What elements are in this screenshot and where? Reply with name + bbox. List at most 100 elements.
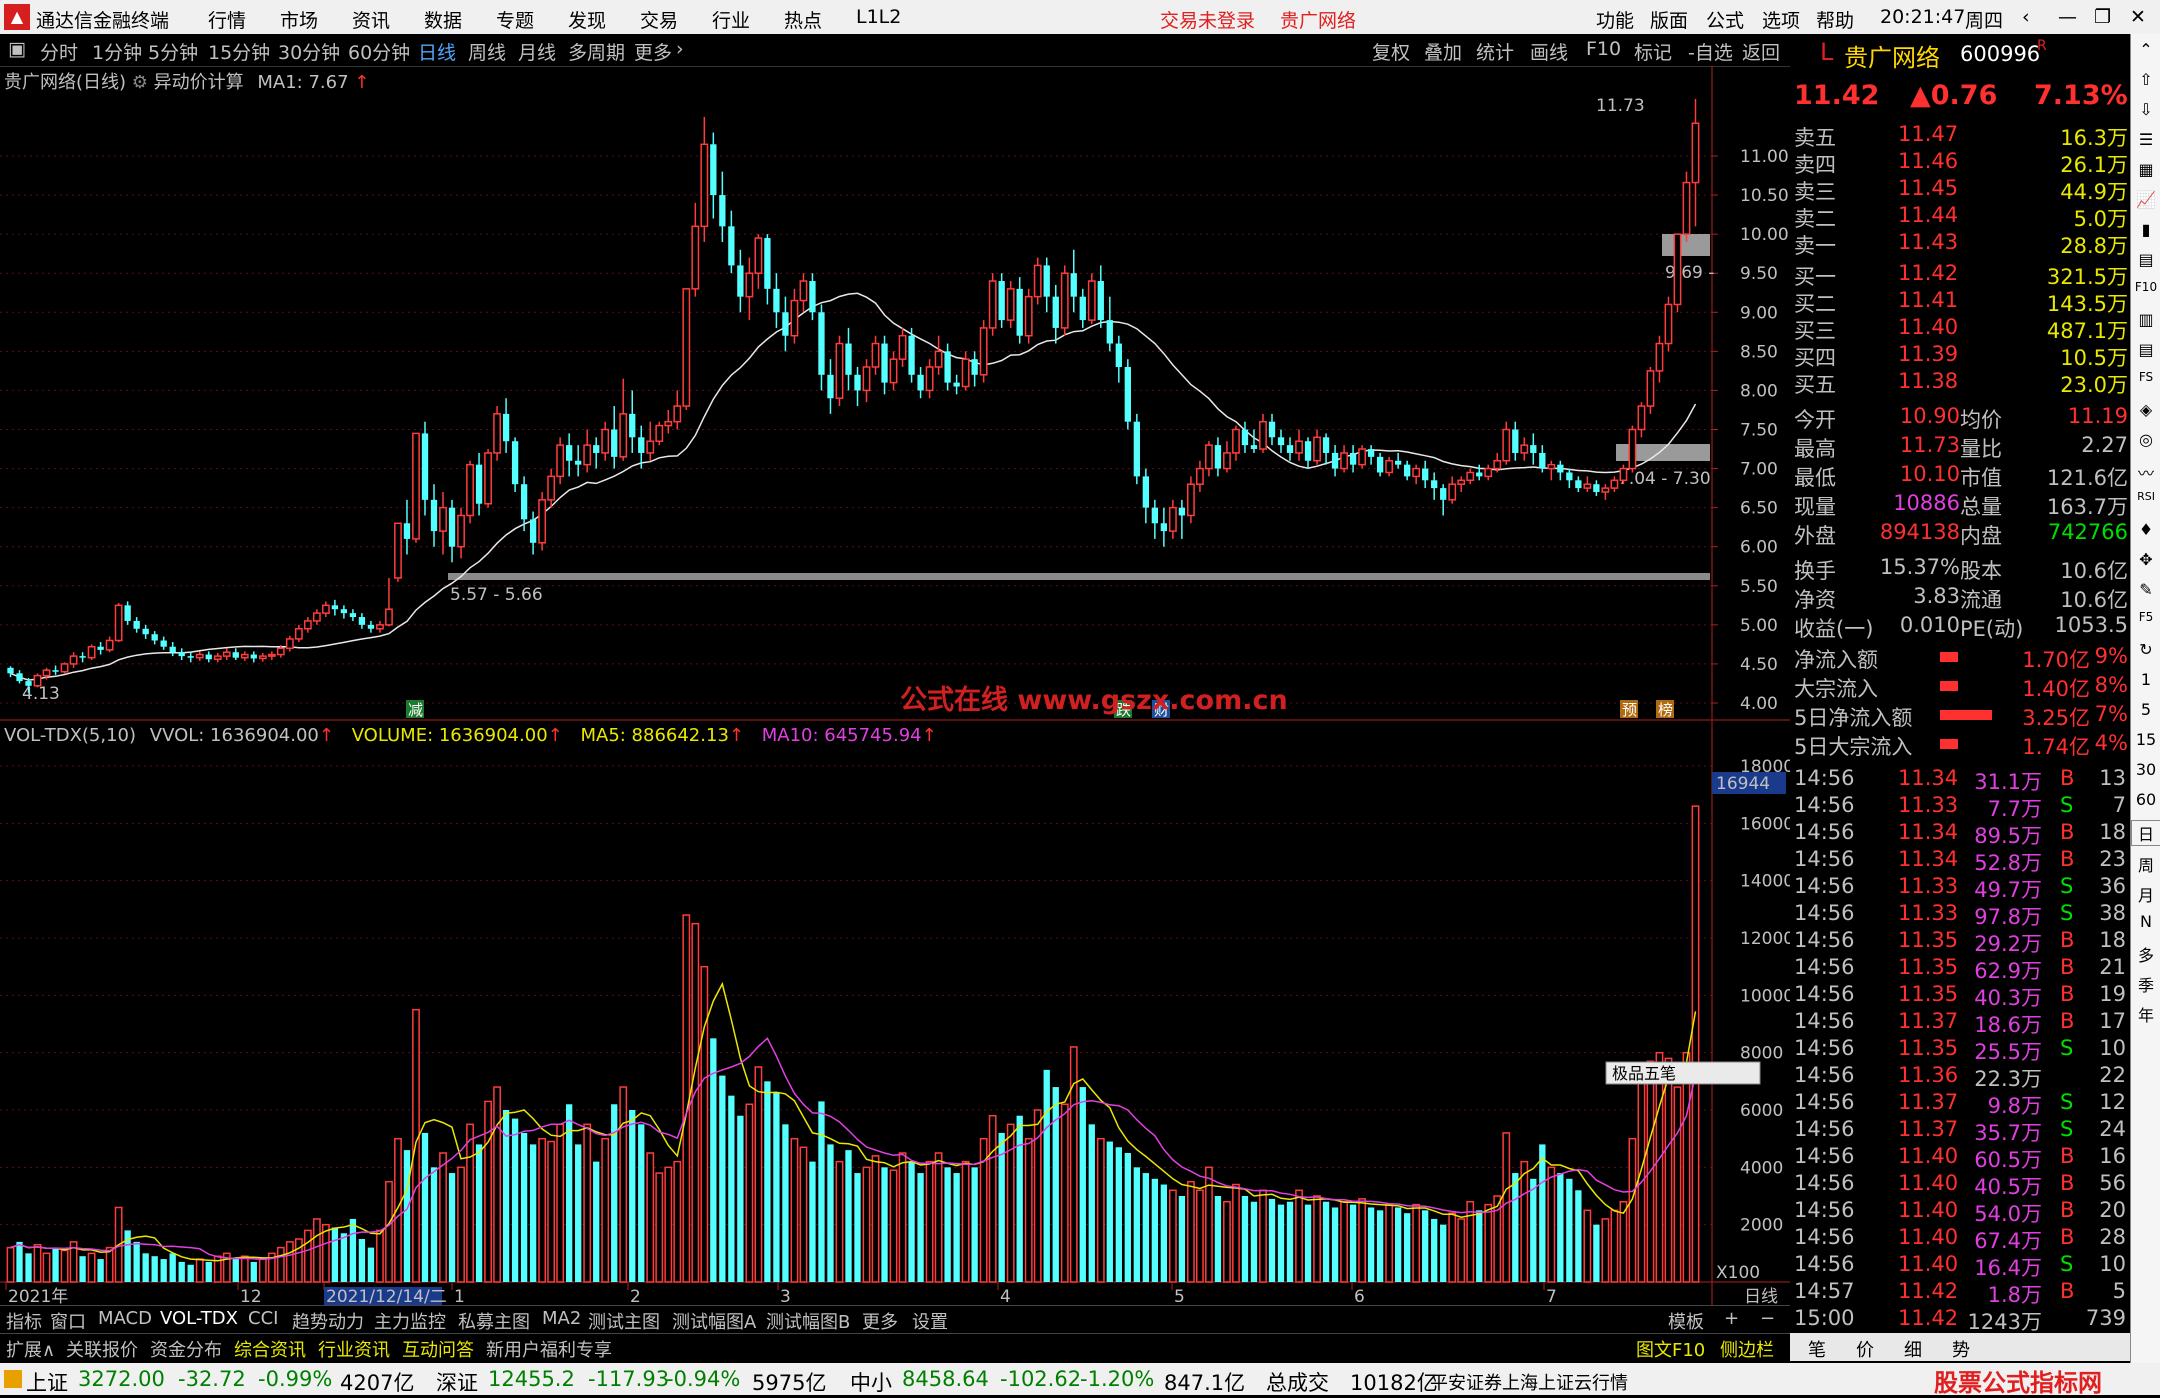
chart-icon[interactable]: ▦ <box>2131 160 2160 184</box>
menu-shichang[interactable]: 市场 <box>280 6 318 33</box>
tab-xi[interactable]: 细 <box>1904 1336 1922 1362</box>
minimize-icon[interactable]: — <box>2058 6 2077 28</box>
drop-icon[interactable]: ♦ <box>2131 520 2160 544</box>
cube-icon[interactable]: ◈ <box>2131 400 2160 424</box>
period-monthly[interactable]: 月线 <box>518 38 556 65</box>
period-fenshi[interactable]: 分时 <box>40 38 78 65</box>
menu-zixun[interactable]: 资讯 <box>352 6 390 33</box>
menu-hangye[interactable]: 行业 <box>712 6 750 33</box>
menu-banmian[interactable]: 版面 <box>1650 6 1688 33</box>
wave-icon[interactable]: 〰 <box>2131 460 2160 484</box>
tab-gengduo[interactable]: 更多 <box>862 1308 898 1334</box>
tab-zijin[interactable]: 资金分布 <box>150 1336 222 1362</box>
zx-label[interactable]: 中小 <box>850 1367 892 1397</box>
tool-f10[interactable]: F10 <box>1586 38 1621 60</box>
more-chevron-icon[interactable]: › <box>676 38 684 60</box>
tab-zonghe[interactable]: 综合资讯 <box>234 1336 306 1362</box>
period-weekly[interactable]: 周线 <box>468 38 506 65</box>
menu-gongshi[interactable]: 公式 <box>1706 6 1744 33</box>
fs-icon[interactable]: FS <box>2131 370 2160 394</box>
doc-icon[interactable]: ▤ <box>2131 340 2160 364</box>
close-icon[interactable]: ✕ <box>2130 6 2146 28</box>
f5-icon[interactable]: F5 <box>2131 610 2160 634</box>
collapse-icon[interactable]: ⌃ <box>2131 40 2160 64</box>
main-chart[interactable]: 11.00 10.50 10.00 9.50 9.00 8.50 8.00 7.50 7.00 6… <box>0 66 1790 1341</box>
tab-guanlian[interactable]: 关联报价 <box>66 1336 138 1362</box>
trend-icon[interactable]: 📈 <box>2131 190 2160 214</box>
arrow-up-icon[interactable]: ⇧ <box>2131 70 2160 94</box>
tool-fanhui[interactable]: 返回 <box>1742 38 1780 65</box>
menu-zhuanti[interactable]: 专题 <box>496 6 534 33</box>
sh-label[interactable]: 上证 <box>26 1367 68 1397</box>
list-icon[interactable]: ☰ <box>2131 130 2160 154</box>
tool-huaxian[interactable]: 画线 <box>1530 38 1568 65</box>
tab-chuangkou[interactable]: 窗口 <box>50 1308 86 1334</box>
period-15min[interactable]: 15分钟 <box>208 38 270 65</box>
tab-vol-tdx[interactable]: VOL-TDX <box>160 1308 238 1329</box>
tab-hudong[interactable]: 互动问答 <box>402 1336 474 1362</box>
tab-kuozhan[interactable]: 扩展∧ <box>6 1336 55 1362</box>
refresh-icon[interactable]: ↻ <box>2131 640 2160 664</box>
tab-muban[interactable]: 模板 <box>1668 1308 1704 1334</box>
tab-cci[interactable]: CCI <box>248 1308 278 1329</box>
period-sidebar-week[interactable]: 周 <box>2131 852 2160 876</box>
period-sidebar-multi[interactable]: 多 <box>2131 942 2160 966</box>
table-icon[interactable]: ▥ <box>2131 310 2160 334</box>
period-30min[interactable]: 30分钟 <box>278 38 340 65</box>
layout-icon[interactable]: ▣ <box>8 38 26 60</box>
tab-ceshi-a[interactable]: 测试幅图A <box>672 1308 756 1334</box>
tab-shi[interactable]: 势 <box>1952 1336 1970 1362</box>
tool-fuquan[interactable]: 复权 <box>1372 38 1410 65</box>
vol-indicator-name[interactable]: VOL-TDX(5,10) <box>4 725 136 746</box>
menu-xuanxiang[interactable]: 选项 <box>1762 6 1800 33</box>
minus-icon[interactable]: − <box>1760 1308 1775 1329</box>
period-daily[interactable]: 日线 <box>418 38 456 65</box>
menu-shuju[interactable]: 数据 <box>424 6 462 33</box>
grid-icon[interactable]: ▤ <box>2131 250 2160 274</box>
arrow-down-icon[interactable]: ⇩ <box>2131 100 2160 124</box>
period-sidebar-15[interactable]: 15 <box>2131 730 2160 754</box>
move-icon[interactable]: ✥ <box>2131 550 2160 574</box>
period-sidebar-60[interactable]: 60 <box>2131 790 2160 814</box>
menu-bangzhu[interactable]: 帮助 <box>1816 6 1854 33</box>
rsi-icon[interactable]: RSI <box>2131 490 2160 514</box>
period-sidebar-year[interactable]: 年 <box>2131 1002 2160 1026</box>
menu-jiaoyi[interactable]: 交易 <box>640 6 678 33</box>
tab-tuwen-f10[interactable]: 图文F10 <box>1636 1336 1705 1362</box>
period-sidebar-month[interactable]: 月 <box>2131 882 2160 906</box>
period-5min[interactable]: 5分钟 <box>148 38 198 65</box>
pen-icon[interactable]: ✎ <box>2131 580 2160 604</box>
target-icon[interactable]: ◎ <box>2131 430 2160 454</box>
status-icon[interactable] <box>4 1370 22 1388</box>
login-status[interactable]: 交易未登录 <box>1160 6 1255 33</box>
tab-ceshi-b[interactable]: 测试幅图B <box>766 1308 850 1334</box>
tab-simu[interactable]: 私募主图 <box>458 1308 530 1334</box>
f10-icon[interactable]: F10 <box>2131 280 2160 304</box>
restore-icon[interactable]: ❐ <box>2094 6 2111 28</box>
menu-l1l2[interactable]: L1L2 <box>856 6 901 28</box>
tab-ceshi-zhutu[interactable]: 测试主图 <box>588 1308 660 1334</box>
tab-jia[interactable]: 价 <box>1856 1336 1874 1362</box>
tab-macd[interactable]: MACD <box>98 1308 152 1329</box>
tab-qushi[interactable]: 趋势动力 <box>292 1308 364 1334</box>
period-sidebar-1[interactable]: 1 <box>2131 670 2160 694</box>
tool-zixuan[interactable]: -自选 <box>1688 38 1733 65</box>
tab-zhuli[interactable]: 主力监控 <box>374 1308 446 1334</box>
tab-bi[interactable]: 笔 <box>1808 1336 1826 1362</box>
menu-redian[interactable]: 热点 <box>784 6 822 33</box>
tool-biaoji[interactable]: 标记 <box>1634 38 1672 65</box>
plus-icon[interactable]: + <box>1724 1308 1739 1329</box>
period-sidebar-5[interactable]: 5 <box>2131 700 2160 724</box>
period-more[interactable]: 更多 <box>634 38 672 65</box>
period-1min[interactable]: 1分钟 <box>92 38 142 65</box>
tab-zhibiao[interactable]: 指标 <box>6 1308 42 1334</box>
period-sidebar-season[interactable]: 季 <box>2131 972 2160 996</box>
back-arrow-icon[interactable]: ‹ <box>2022 6 2030 28</box>
sz-label[interactable]: 深证 <box>436 1367 478 1397</box>
period-sidebar-n[interactable]: N <box>2131 912 2160 936</box>
menu-faxian[interactable]: 发现 <box>568 6 606 33</box>
tool-diejia[interactable]: 叠加 <box>1424 38 1462 65</box>
tab-shezhi[interactable]: 设置 <box>912 1308 948 1334</box>
menu-gongneng[interactable]: 功能 <box>1596 6 1634 33</box>
period-60min[interactable]: 60分钟 <box>348 38 410 65</box>
